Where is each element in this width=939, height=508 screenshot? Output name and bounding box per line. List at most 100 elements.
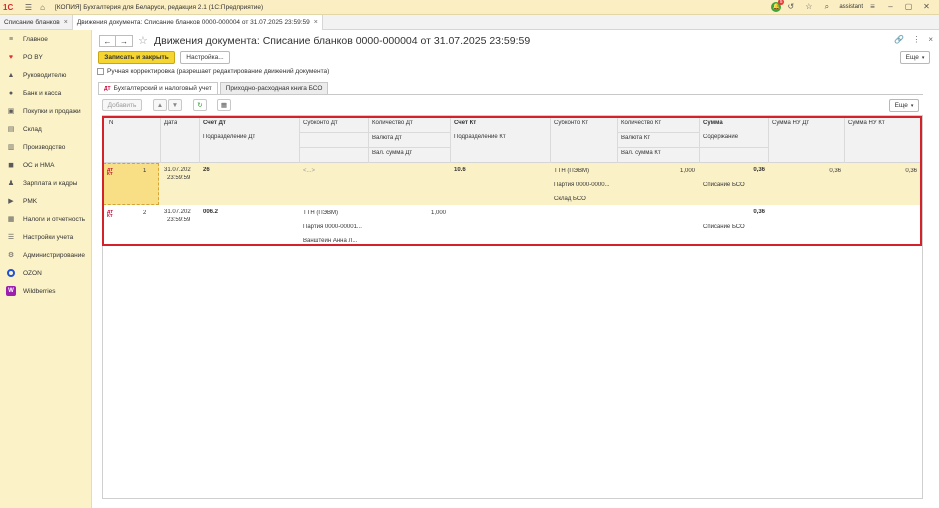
wildberries-icon: W xyxy=(6,286,16,296)
sidebar-item-pokupki[interactable]: ▣ Покупки и продажи xyxy=(0,102,91,120)
row-summa-nu-dt: 0,36 xyxy=(829,168,841,174)
settings-button[interactable]: Настройка... xyxy=(180,51,230,64)
col-schet-dt[interactable]: Счет Дт xyxy=(203,120,226,126)
sidebar-item-rukovoditelyu[interactable]: ▲ Руководителю xyxy=(0,66,91,84)
close-icon[interactable]: ✕ xyxy=(921,1,932,12)
col-summa[interactable]: Сумма xyxy=(703,120,723,126)
save-and-close-button[interactable]: Записать и закрыть xyxy=(98,51,175,64)
row-summa: 0,36 xyxy=(753,209,765,215)
row-date: 31.07.202 xyxy=(164,209,191,215)
subtab-divider xyxy=(98,94,923,95)
col-podr-dt[interactable]: Подразделение Дт xyxy=(203,134,255,140)
back-button[interactable]: ← xyxy=(99,35,116,47)
col-val-kt[interactable]: Валюта Кт xyxy=(621,135,650,141)
tab-bso-book[interactable]: Приходно-расходная книга БСО xyxy=(219,82,329,94)
notification-badge: 5 xyxy=(778,0,785,5)
table-header: N Дата Счет Дт Подразделение Дт Субконто… xyxy=(103,116,922,163)
minimize-icon[interactable]: – xyxy=(885,1,896,12)
forward-button[interactable]: → xyxy=(116,35,133,47)
sidebar-item-administrirovanie[interactable]: ⚙ Администрирование xyxy=(0,246,91,264)
row-n: 2 xyxy=(143,210,147,216)
sidebar-item-wildberries[interactable]: W Wildberries xyxy=(0,282,91,300)
sidebar-item-label: PMK xyxy=(23,197,38,205)
open-tabs-bar: Списание бланков × Движения документа: С… xyxy=(0,15,939,30)
col-summa-nu-kt[interactable]: Сумма НУ Кт xyxy=(848,120,885,126)
bank-icon: ● xyxy=(8,89,14,97)
table-icon: ▦ xyxy=(220,102,228,109)
row-summa: 0,36 xyxy=(753,167,765,173)
history-icon[interactable]: ↺ xyxy=(785,1,796,12)
row-time: 23:59:59 xyxy=(167,175,191,181)
favorites-icon[interactable]: ☆ xyxy=(803,1,814,12)
sidebar-item-zarplata[interactable]: ♟ Зарплата и кадры xyxy=(0,174,91,192)
subtabs: ДТ Бухгалтерский и налоговый учет Приходн… xyxy=(98,82,330,94)
movements-table: N Дата Счет Дт Подразделение Дт Субконто… xyxy=(102,115,923,499)
title-bar: 1С ☰ ⌂ [КОПИЯ] Бухгалтерия для Беларуси,… xyxy=(0,0,939,15)
col-valsum-dt[interactable]: Вал. сумма Дт xyxy=(372,150,412,156)
manual-correction-checkbox[interactable] xyxy=(97,68,104,75)
table-row[interactable] xyxy=(103,205,922,247)
sidebar-item-label: Производство xyxy=(23,143,66,151)
move-down-button[interactable]: ▼ xyxy=(168,99,182,111)
row-subkonto-dt-3: Ванштейн Анна Л... xyxy=(303,238,358,244)
app-logo: 1С xyxy=(3,2,14,12)
search-icon[interactable]: ⌕ xyxy=(821,1,832,12)
row-time: 23:59:59 xyxy=(167,217,191,223)
cart-icon: ▣ xyxy=(7,108,15,115)
sidebar-item-pmk[interactable]: ▶ PMK xyxy=(0,192,91,210)
col-soderzhanie[interactable]: Содержание xyxy=(703,134,738,140)
dt-kt-icon: ДТ xyxy=(104,85,111,92)
tab-label: Бухгалтерский и налоговый учет xyxy=(113,85,212,92)
col-valsum-kt[interactable]: Вал. сумма Кт xyxy=(621,150,661,156)
col-summa-nu-dt[interactable]: Сумма НУ Дт xyxy=(772,120,809,126)
sidebar-item-sklad[interactable]: ▤ Склад xyxy=(0,120,91,138)
maximize-icon[interactable]: ▢ xyxy=(903,1,914,12)
tax-icon: ▦ xyxy=(7,216,15,223)
more-vertical-icon[interactable]: ⋮ xyxy=(912,35,920,44)
tab-dvizheniya-dokumenta[interactable]: Движения документа: Списание бланков 000… xyxy=(72,15,323,30)
table-settings-button[interactable]: ▦ xyxy=(217,99,231,111)
close-tab-icon[interactable]: × xyxy=(64,19,68,26)
col-schet-kt[interactable]: Счет Кт xyxy=(454,120,476,126)
sidebar-item-nalogi[interactable]: ▦ Налоги и отчетность xyxy=(0,210,91,228)
link-icon[interactable]: 🔗 xyxy=(894,35,904,44)
arrow-up-icon: ▲ xyxy=(156,101,164,109)
sidebar-item-label: Главное xyxy=(23,35,48,43)
close-tab-icon[interactable]: × xyxy=(314,19,318,26)
sidebar-item-bank[interactable]: ● Банк и касса xyxy=(0,84,91,102)
gear-icon: ⚙ xyxy=(7,252,15,259)
sidebar-item-po-by[interactable]: ♥ PO BY xyxy=(0,48,91,66)
col-kol-kt[interactable]: Количество Кт xyxy=(621,120,661,126)
refresh-button[interactable]: ↻ xyxy=(193,99,207,111)
tab-accounting[interactable]: ДТ Бухгалтерский и налоговый учет xyxy=(98,82,218,94)
move-up-button[interactable]: ▲ xyxy=(153,99,167,111)
menu-icon[interactable]: ☰ xyxy=(23,2,34,13)
sidebar: ≡ Главное ♥ PO BY ▲ Руководителю ● Банк и ка… xyxy=(0,30,92,508)
col-date[interactable]: Дата xyxy=(164,120,177,126)
table-more-button[interactable]: Еще xyxy=(889,99,919,112)
favorite-star-icon[interactable]: ☆ xyxy=(138,34,148,47)
col-podr-kt[interactable]: Подразделение Кт xyxy=(454,134,506,140)
col-subkonto-dt[interactable]: Субконто Дт xyxy=(303,120,338,126)
more-button[interactable]: Еще xyxy=(900,51,930,64)
page-title: Движения документа: Списание бланков 000… xyxy=(154,35,531,47)
home-icon[interactable]: ⌂ xyxy=(37,2,48,13)
close-icon[interactable]: × xyxy=(928,35,933,44)
add-button[interactable]: Добавить xyxy=(102,99,142,111)
col-subkonto-kt[interactable]: Субконто Кт xyxy=(554,120,588,126)
user-name[interactable]: assistant xyxy=(839,4,863,10)
sidebar-item-nastroyki[interactable]: ☰ Настройки учета xyxy=(0,228,91,246)
row-subkonto-kt-3: Склад БСО xyxy=(554,196,586,202)
row-n: 1 xyxy=(143,168,147,174)
sidebar-item-glavnoe[interactable]: ≡ Главное xyxy=(0,30,91,48)
tab-spisanie-blankov[interactable]: Списание бланков × xyxy=(0,15,73,30)
col-n[interactable]: N xyxy=(109,120,113,126)
col-kol-dt[interactable]: Количество Дт xyxy=(372,120,413,126)
row-soderzhanie: Списание БСО xyxy=(703,224,745,230)
col-val-dt[interactable]: Валюта Дт xyxy=(372,135,402,141)
sidebar-item-proizvodstvo[interactable]: ▥ Производство xyxy=(0,138,91,156)
sidebar-item-os-nma[interactable]: ◼ ОС и НМА xyxy=(0,156,91,174)
settings-menu-icon[interactable]: ≡ xyxy=(867,1,878,12)
notifications-icon[interactable]: 🔔 5 xyxy=(771,0,785,12)
sidebar-item-ozon[interactable]: OZON xyxy=(0,264,91,282)
